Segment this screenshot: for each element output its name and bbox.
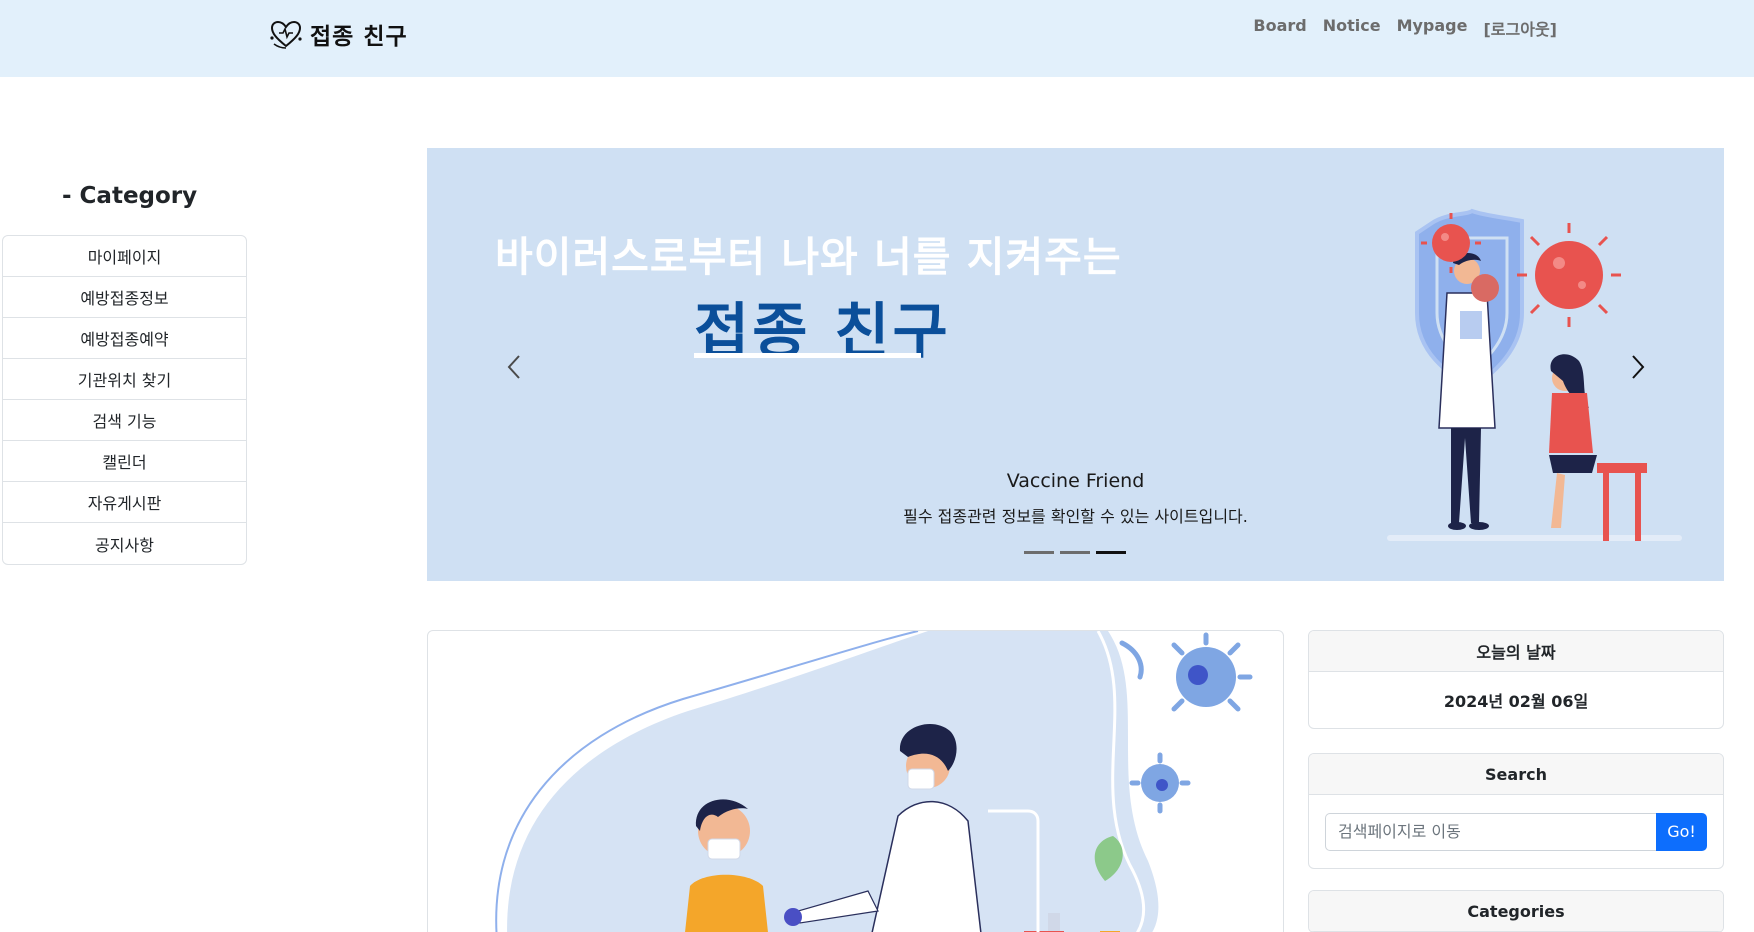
nav-notice[interactable]: Notice — [1323, 16, 1381, 40]
carousel-indicator-2[interactable] — [1060, 551, 1090, 554]
navbar: 접종 친구 Board Notice Mypage [로그아웃] — [0, 0, 1754, 77]
search-go-button[interactable]: Go! — [1656, 812, 1707, 851]
carousel-prev-button[interactable] — [499, 350, 529, 384]
nav-mypage[interactable]: Mypage — [1397, 16, 1468, 40]
nav-links: Board Notice Mypage [로그아웃] — [1253, 16, 1557, 40]
sidebar-title: - Category — [62, 183, 198, 209]
search-input[interactable] — [1325, 812, 1656, 851]
vaccination-illustration — [495, 631, 1253, 932]
carousel-caption-title: Vaccine Friend — [1006, 470, 1145, 492]
nav-logout[interactable]: [로그아웃] — [1483, 16, 1557, 40]
date-widget-value: 2024년 02월 06일 — [1443, 692, 1589, 711]
main-image-card — [427, 630, 1284, 932]
carousel-next-button[interactable] — [1623, 350, 1653, 384]
sidebar-item-vaccine-reservation[interactable]: 예방접종예약 — [3, 318, 246, 359]
search-group: Go! — [1325, 812, 1707, 851]
sidebar-item-find-location[interactable]: 기관위치 찾기 — [3, 359, 246, 400]
date-widget: 오늘의 날짜 2024년 02월 06일 — [1308, 630, 1724, 729]
sidebar-item-mypage[interactable]: 마이페이지 — [3, 236, 246, 277]
carousel-indicators — [1024, 551, 1126, 554]
carousel-caption-subtitle: 필수 접종관련 정보를 확인할 수 있는 사이트입니다. — [903, 507, 1248, 526]
carousel-indicator-1[interactable] — [1024, 551, 1054, 554]
brand-name: 접종 친구 — [310, 24, 408, 50]
sidebar-list: 마이페이지 예방접종정보 예방접종예약 기관위치 찾기 검색 기능 캘린더 자유… — [2, 235, 247, 565]
categories-widget-title: Categories — [1309, 891, 1723, 932]
search-widget-title: Search — [1309, 754, 1723, 795]
brand[interactable]: 접종 친구 — [268, 16, 408, 52]
logo-icon — [270, 20, 302, 49]
sidebar-item-vaccine-info[interactable]: 예방접종정보 — [3, 277, 246, 318]
carousel-brand-underline — [694, 353, 921, 358]
sidebar-item-calendar[interactable]: 캘린더 — [3, 441, 246, 482]
sidebar-item-notice[interactable]: 공지사항 — [3, 523, 246, 564]
hero-carousel: 바이러스로부터 나와 너를 지켜주는 접종 친구 Vaccine Friend … — [427, 148, 1724, 581]
carousel-headline: 바이러스로부터 나와 너를 지켜주는 — [495, 233, 1122, 281]
categories-widget: Categories — [1308, 890, 1724, 932]
nav-board[interactable]: Board — [1253, 16, 1306, 40]
sidebar-item-free-board[interactable]: 자유게시판 — [3, 482, 246, 523]
sidebar-item-search[interactable]: 검색 기능 — [3, 400, 246, 441]
carousel-indicator-3[interactable] — [1096, 551, 1126, 554]
search-widget: Search Go! — [1308, 753, 1724, 869]
date-widget-title: 오늘의 날짜 — [1309, 631, 1723, 672]
